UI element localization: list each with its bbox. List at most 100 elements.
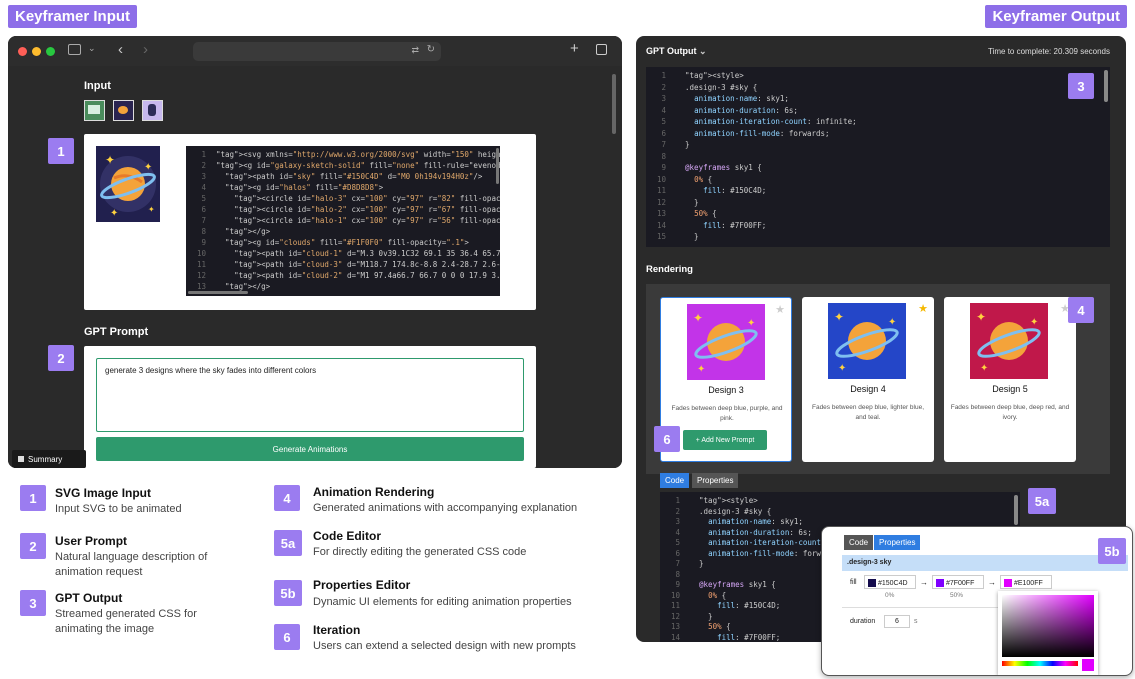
input-heading: Input	[84, 80, 111, 92]
code-line: 9 @keyframes sky1 {	[661, 163, 762, 172]
badge-4: 4	[1068, 297, 1094, 323]
legend-desc: Natural language description of animatio…	[55, 551, 208, 578]
vertical-scrollbar[interactable]	[496, 148, 499, 184]
prompt-textarea[interactable]: generate 3 designs where the sky fades i…	[96, 358, 524, 432]
duration-unit: s	[914, 618, 918, 625]
code-line: 9 "tag"><g id="clouds" fill="#F1F0F0" fi…	[201, 238, 469, 247]
duration-label: duration	[850, 618, 876, 625]
badge-1: 1	[48, 138, 74, 164]
color-stop-1[interactable]: #150C4D	[864, 575, 916, 589]
code-line: 8	[661, 151, 666, 161]
add-new-prompt-button[interactable]: + Add New Prompt	[683, 430, 767, 450]
color-stop-3[interactable]: #E100FF	[1000, 575, 1052, 589]
legend-badge: 6	[274, 624, 300, 650]
design-5-image: ✦ ✦ ✦	[970, 303, 1048, 379]
input-page: Input ✦ ✦ ✦ ✦ 1 "tag"><svg xmlns="http:/…	[8, 66, 622, 468]
maximize-window-icon[interactable]	[46, 47, 55, 56]
stop-percent-2: 50%	[950, 592, 964, 599]
svg-text:✦: ✦	[697, 364, 705, 375]
address-bar[interactable]: ⇄ ↻	[193, 42, 441, 61]
sidebar-toggle-icon[interactable]	[68, 44, 81, 55]
code-line: 14 fill: #7F00FF;	[670, 632, 781, 642]
page-scrollbar[interactable]	[612, 74, 616, 134]
input-window: ⌄ ‹ › ⇄ ↻ + Input ✦ ✦ ✦ ✦ 1 "tag"><svg x…	[8, 36, 622, 468]
translate-icon[interactable]: ⇄	[411, 45, 419, 56]
code-line: 8 "tag"></g>	[201, 227, 271, 236]
badge-2: 2	[48, 345, 74, 371]
code-line: 7 }	[675, 559, 704, 568]
code-line: 3 animation-name: sky1;	[661, 94, 789, 103]
gpt-output-label: GPT Output	[646, 46, 697, 56]
gpt-output-code[interactable]: 1 "tag"><style> 2 .design-3 #sky {3 anima…	[646, 67, 1110, 247]
design-title: Design 4	[850, 384, 886, 394]
stop-percent-1: 0%	[885, 592, 895, 599]
new-tab-icon[interactable]: +	[570, 40, 579, 57]
close-window-icon[interactable]	[18, 47, 27, 56]
gpt-prompt-heading: GPT Prompt	[84, 326, 149, 338]
forward-arrow-icon[interactable]: ›	[143, 41, 148, 58]
hue-slider[interactable]	[1002, 661, 1078, 666]
selector-header: .design-3 sky	[842, 555, 1128, 571]
duration-input[interactable]: 6	[884, 615, 910, 628]
code-line: 14 fill: #7F00FF;	[656, 220, 767, 230]
horizontal-scrollbar[interactable]	[188, 291, 248, 294]
tabs-overview-icon[interactable]	[596, 44, 607, 55]
legend-title: User Prompt	[55, 534, 128, 548]
legend-badge: 1	[20, 485, 46, 511]
star-icon[interactable]: ★	[775, 303, 785, 316]
legend-title: GPT Output	[55, 591, 123, 605]
svg-text:✦: ✦	[834, 310, 844, 324]
design-3-image: ✦ ✦ ✦	[687, 304, 765, 380]
code-line: 11 fill: #150C4D;	[656, 186, 767, 195]
svg-code-viewer[interactable]: 1 "tag"><svg xmlns="http://www.w3.org/200…	[186, 146, 500, 296]
code-line: 6 animation-fill-mode: forwa	[675, 548, 826, 558]
legend-title: Animation Rendering	[313, 485, 435, 499]
color-swatch-1	[868, 579, 876, 587]
code-line: 13 50% {	[656, 209, 717, 218]
generate-animations-button[interactable]: Generate Animations	[96, 437, 524, 461]
svg-text:✦: ✦	[693, 311, 703, 325]
saturation-area[interactable]	[1002, 595, 1094, 657]
code-line: 5 animation-iteration-count: infinite;	[661, 117, 857, 126]
legend-badge: 5b	[274, 580, 302, 606]
legend-desc: For directly editing the generated CSS c…	[313, 546, 527, 558]
color-stop-2[interactable]: #7F00FF	[932, 575, 984, 589]
svg-text:✦: ✦	[838, 363, 846, 374]
tab-code[interactable]: Code	[844, 535, 874, 550]
design-4-image: ✦ ✦ ✦	[828, 303, 906, 379]
code-line: 9 @keyframes sky1 {	[675, 580, 776, 589]
reload-icon[interactable]: ↻	[427, 44, 435, 55]
design-title: Design 5	[992, 384, 1028, 394]
properties-editor: Code Properties .design-3 sky fill #150C…	[821, 526, 1133, 676]
summary-button[interactable]: Summary	[12, 450, 86, 468]
fill-label: fill	[850, 579, 857, 586]
tab-code[interactable]: Code	[660, 473, 690, 488]
legend-badge: 5a	[274, 530, 302, 556]
design-card-5[interactable]: ✦ ✦ ✦ ★ Design 5 Fades between deep blue, …	[944, 297, 1076, 462]
code-line: 15 }	[656, 232, 699, 241]
code-line: 10 0% {	[670, 590, 727, 600]
code-line: 10 0% {	[656, 174, 713, 184]
star-icon[interactable]: ★	[918, 302, 928, 315]
badge-5b: 5b	[1098, 538, 1126, 564]
chevron-down-icon[interactable]: ⌄	[88, 43, 96, 54]
back-arrow-icon[interactable]: ‹	[118, 41, 123, 58]
color-picker[interactable]	[998, 591, 1098, 675]
code-line: 6 "tag"><circle id="halo-2" cx="100" cy=…	[201, 205, 500, 214]
legend-badge: 2	[20, 533, 46, 559]
tab-properties[interactable]: Properties	[874, 535, 921, 550]
color-value-3: #E100FF	[1013, 579, 1043, 587]
code-line: 6 animation-fill-mode: forwards;	[661, 128, 830, 138]
divider	[842, 607, 1002, 608]
gpt-output-dropdown[interactable]: GPT Output ⌄	[646, 46, 707, 57]
vertical-scrollbar[interactable]	[1104, 70, 1108, 102]
tab-properties[interactable]: Properties	[692, 473, 739, 488]
design-card-4[interactable]: ✦ ✦ ✦ ★ Design 4 Fades between deep blue, …	[802, 297, 934, 462]
code-line: 1 "tag"><style>	[675, 496, 758, 505]
code-line: 10 "tag"><path id="cloud-1" d="M.3 0v39.…	[196, 249, 500, 258]
vertical-scrollbar[interactable]	[1014, 495, 1018, 525]
arrow-icon: →	[920, 578, 928, 587]
minimize-window-icon[interactable]	[32, 47, 41, 56]
badge-5a: 5a	[1028, 488, 1056, 514]
code-line: 5 "tag"><circle id="halo-3" cx="100" cy=…	[201, 194, 500, 203]
